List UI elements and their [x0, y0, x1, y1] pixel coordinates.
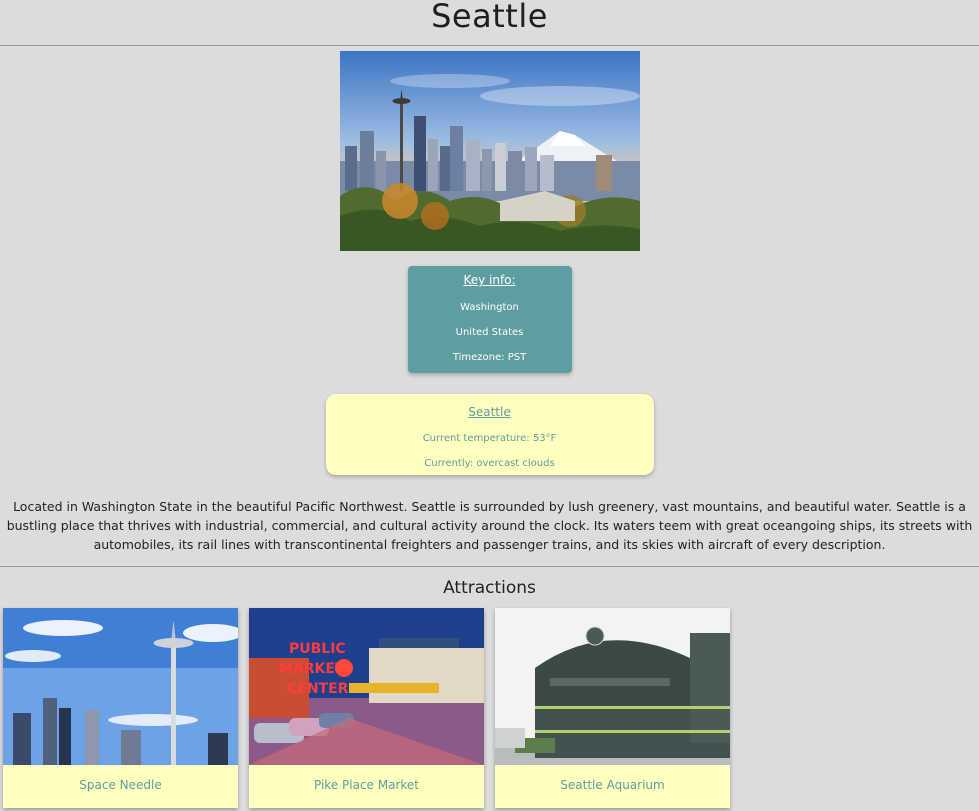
key-info-state: Washington — [460, 302, 519, 313]
seattle-skyline-image — [339, 51, 640, 251]
attraction-label[interactable]: Space Needle — [3, 765, 238, 805]
seattle-aquarium-image — [495, 608, 730, 765]
pike-place-market-image: PUBLIC MARKET CENTER — [249, 608, 484, 765]
weather-city-link[interactable]: Seattle — [468, 405, 510, 419]
page-title: Seattle — [431, 0, 548, 35]
key-info-country: United States — [455, 327, 524, 338]
key-info-box: Key info: Washington United States Timez… — [407, 266, 572, 373]
space-needle-image — [3, 608, 238, 765]
attractions-list: Space Needle PUBLIC MARKET CENTER Pike P… — [0, 608, 979, 808]
key-info-timezone: Timezone: PST — [452, 352, 527, 363]
svg-text:PUBLIC: PUBLIC — [289, 641, 346, 657]
weather-conditions: Currently: overcast clouds — [424, 458, 555, 469]
attraction-card-space-needle[interactable]: Space Needle — [3, 608, 238, 808]
weather-box: Seattle Current temperature: 53°F Curren… — [325, 394, 654, 475]
svg-text:CENTER: CENTER — [287, 681, 349, 697]
hero-image-wrapper — [0, 51, 979, 251]
attraction-card-pike-place-market[interactable]: PUBLIC MARKET CENTER Pike Place Market — [249, 608, 484, 808]
section-divider — [0, 566, 979, 567]
weather-temperature: Current temperature: 53°F — [422, 433, 557, 444]
attractions-heading: Attractions — [443, 578, 536, 598]
attraction-card-seattle-aquarium[interactable]: Seattle Aquarium — [495, 608, 730, 808]
title-divider — [0, 45, 979, 46]
attraction-label[interactable]: Seattle Aquarium — [495, 765, 730, 805]
city-description: Located in Washington State in the beaut… — [6, 499, 973, 552]
attraction-label[interactable]: Pike Place Market — [249, 765, 484, 805]
key-info-heading: Key info: — [463, 273, 516, 287]
